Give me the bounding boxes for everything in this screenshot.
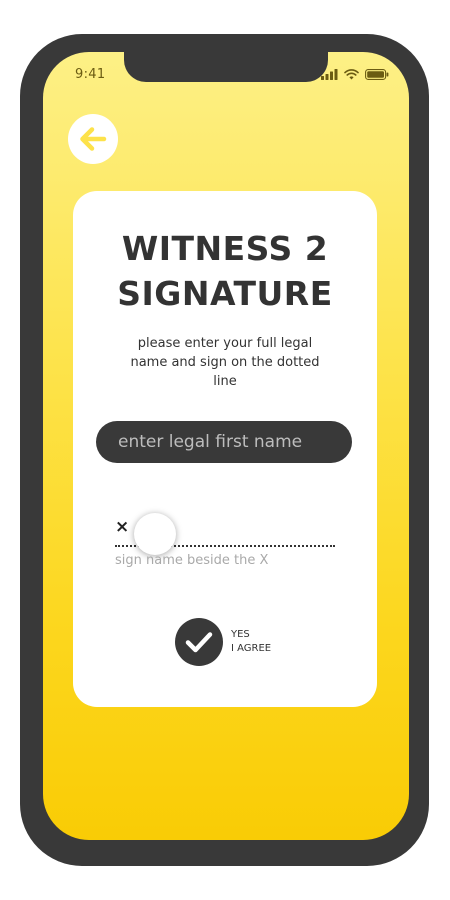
- signature-pen-handle[interactable]: [134, 513, 176, 555]
- app-screen: 9:41 WITNESS 2 SIGNATURE please enter yo…: [43, 52, 409, 840]
- phone-notch: [124, 52, 328, 82]
- page-title: WITNESS 2 SIGNATURE: [73, 226, 377, 316]
- title-line-2: SIGNATURE: [117, 274, 333, 313]
- title-line-1: WITNESS 2: [121, 229, 329, 268]
- agree-button[interactable]: [175, 618, 223, 666]
- legal-first-name-input[interactable]: [96, 421, 352, 463]
- back-button[interactable]: [68, 114, 118, 164]
- battery-icon: [365, 69, 389, 80]
- agree-label: YES I AGREE: [231, 628, 271, 656]
- agree-label-line-1: YES: [231, 629, 250, 640]
- signal-icon: [321, 69, 338, 80]
- status-icons: [321, 69, 389, 80]
- status-time: 9:41: [75, 67, 106, 82]
- signature-card: WITNESS 2 SIGNATURE please enter your fu…: [73, 191, 377, 707]
- agree-label-line-2: I AGREE: [231, 643, 272, 654]
- instructions-text: please enter your full legal name and si…: [130, 336, 320, 389]
- checkmark-icon: [185, 632, 213, 653]
- signature-x-mark: ×: [115, 517, 130, 537]
- wifi-icon: [344, 69, 359, 80]
- arrow-left-icon: [80, 127, 107, 151]
- signature-hint: sign name beside the X: [115, 553, 269, 568]
